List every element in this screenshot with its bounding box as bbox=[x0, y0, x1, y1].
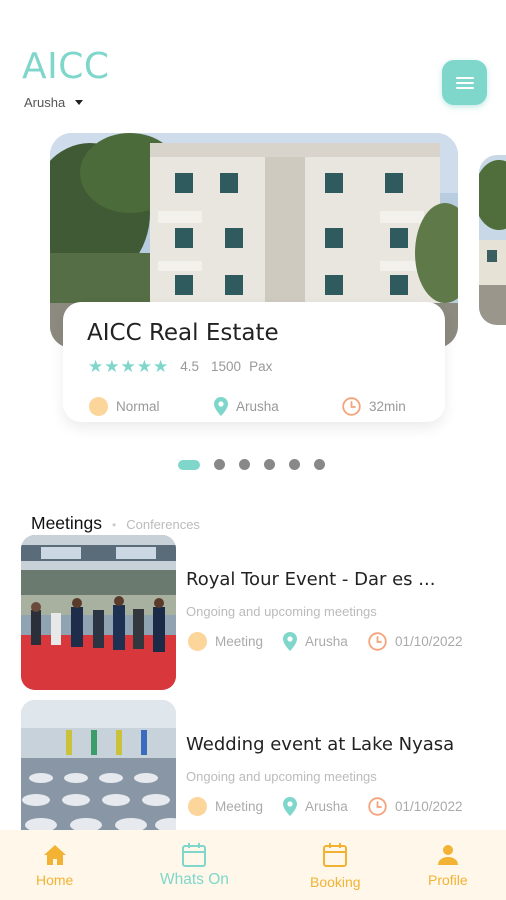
nav-profile-label: Profile bbox=[428, 872, 468, 888]
star-icon: ★ bbox=[153, 357, 169, 376]
event-meta: Meeting Arusha 01/10/2022 bbox=[188, 797, 463, 816]
venue-title: AICC Real Estate bbox=[87, 320, 279, 346]
pager-dot[interactable] bbox=[264, 459, 275, 470]
location-label: Arusha bbox=[236, 399, 279, 414]
star-rating: ★ ★ ★ ★ ★ bbox=[88, 358, 168, 375]
clock-icon bbox=[368, 797, 387, 816]
category-label: Normal bbox=[116, 399, 160, 414]
category-item: Meeting bbox=[188, 797, 283, 816]
nav-home-label: Home bbox=[36, 872, 74, 888]
location-item: Arusha bbox=[283, 797, 368, 816]
event-meta: Meeting Arusha 01/10/2022 bbox=[188, 632, 463, 651]
location-item: Arusha bbox=[283, 632, 368, 651]
capacity-unit: Pax bbox=[249, 359, 273, 374]
capacity-value: 1500 bbox=[211, 359, 242, 374]
star-icon: ★ bbox=[136, 357, 152, 376]
location-label: Arusha bbox=[24, 95, 66, 110]
category-dot-icon bbox=[89, 397, 108, 416]
calendar-icon bbox=[323, 843, 348, 867]
nav-booking[interactable]: Booking bbox=[310, 842, 361, 890]
category-label: Meeting bbox=[215, 799, 264, 814]
person-icon bbox=[437, 845, 458, 865]
venue-meta: Normal Arusha 32min bbox=[89, 397, 429, 416]
location-pin-icon bbox=[283, 632, 297, 651]
tab-meetings[interactable]: Meetings bbox=[31, 513, 102, 534]
nav-booking-label: Booking bbox=[310, 874, 361, 890]
clock-icon bbox=[368, 632, 387, 651]
pager-dot[interactable] bbox=[214, 459, 225, 470]
event-thumbnail bbox=[21, 535, 176, 690]
pager-dot-active[interactable] bbox=[178, 459, 200, 470]
location-pin-icon bbox=[214, 397, 228, 416]
star-icon: ★ bbox=[104, 357, 120, 376]
pager-dot[interactable] bbox=[314, 459, 325, 470]
calendar-icon bbox=[182, 843, 207, 867]
next-venue-image[interactable] bbox=[479, 155, 506, 325]
location-item: Arusha bbox=[214, 397, 342, 416]
category-item: Normal bbox=[89, 397, 214, 416]
nav-home[interactable]: Home bbox=[36, 844, 73, 888]
bottom-navigation: Home Whats On Booking Profile bbox=[0, 830, 506, 900]
featured-venue-card[interactable]: AICC Real Estate ★ ★ ★ ★ ★ 4.5 1500 Pax … bbox=[63, 302, 445, 422]
category-dot-icon bbox=[188, 797, 207, 816]
event-subtitle: Ongoing and upcoming meetings bbox=[186, 769, 377, 784]
rating-value: 4.5 bbox=[180, 359, 200, 374]
star-icon: ★ bbox=[120, 357, 136, 376]
menu-button[interactable] bbox=[442, 60, 487, 105]
pager-dot[interactable] bbox=[239, 459, 250, 470]
home-icon bbox=[43, 845, 66, 865]
nav-whats-on[interactable]: Whats On bbox=[160, 842, 229, 889]
date-item: 01/10/2022 bbox=[368, 632, 463, 651]
date-label: 01/10/2022 bbox=[395, 634, 463, 649]
event-subtitle: Ongoing and upcoming meetings bbox=[186, 604, 377, 619]
nav-whats-on-label: Whats On bbox=[160, 871, 229, 888]
location-pin-icon bbox=[283, 797, 297, 816]
event-title: Wedding event at Lake Nyasa bbox=[186, 734, 455, 755]
category-dot-icon bbox=[188, 632, 207, 651]
hamburger-icon bbox=[455, 76, 474, 89]
event-title: Royal Tour Event - Dar es ... bbox=[186, 569, 436, 590]
rating-row: ★ ★ ★ ★ ★ 4.5 1500 Pax bbox=[88, 358, 272, 375]
location-label: Arusha bbox=[305, 634, 348, 649]
duration-label: 32min bbox=[369, 399, 406, 414]
location-label: Arusha bbox=[305, 799, 348, 814]
date-label: 01/10/2022 bbox=[395, 799, 463, 814]
category-item: Meeting bbox=[188, 632, 283, 651]
tab-separator: • bbox=[112, 518, 117, 532]
clock-icon bbox=[342, 397, 361, 416]
section-tabs: Meetings • Conferences bbox=[31, 513, 200, 534]
event-list-item[interactable]: Royal Tour Event - Dar es ... Ongoing an… bbox=[21, 535, 491, 690]
carousel-pager bbox=[178, 459, 325, 470]
star-icon: ★ bbox=[88, 357, 104, 376]
pager-dot[interactable] bbox=[289, 459, 300, 470]
tab-conferences[interactable]: Conferences bbox=[126, 517, 200, 532]
duration-item: 32min bbox=[342, 397, 406, 416]
category-label: Meeting bbox=[215, 634, 264, 649]
chevron-down-icon bbox=[75, 100, 84, 105]
date-item: 01/10/2022 bbox=[368, 797, 463, 816]
app-title: AICC bbox=[22, 46, 110, 87]
nav-profile[interactable]: Profile bbox=[428, 844, 468, 888]
location-dropdown[interactable]: Arusha bbox=[24, 95, 84, 110]
